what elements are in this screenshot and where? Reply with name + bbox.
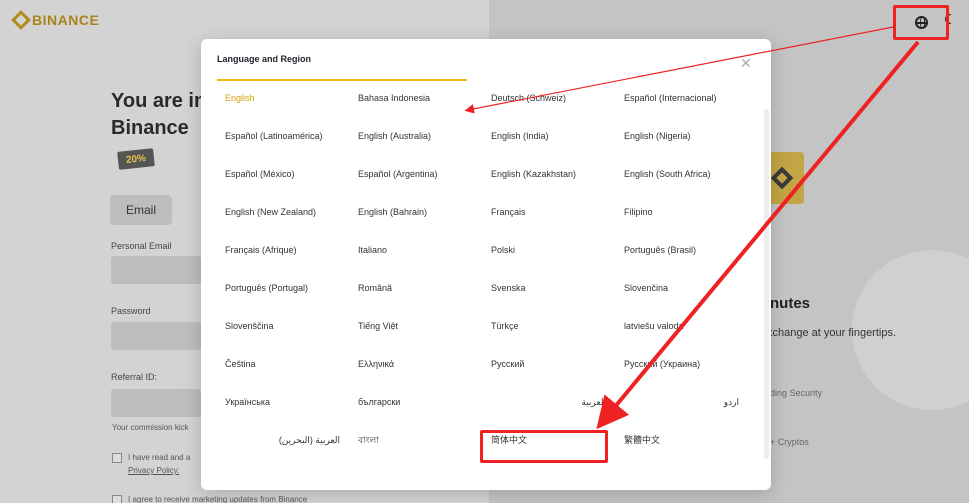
language-option[interactable]: Español (Latinoamérica) [217, 125, 350, 163]
marketing-checkbox[interactable] [112, 495, 122, 503]
language-option[interactable]: Svenska [483, 277, 616, 315]
modal-title-underline [217, 79, 467, 81]
language-option[interactable]: Français [483, 201, 616, 239]
language-option[interactable]: Português (Portugal) [217, 277, 350, 315]
modal-header: Language and Region ✕ [201, 39, 771, 81]
language-option[interactable]: English (Kazakhstan) [483, 163, 616, 201]
language-option[interactable]: English (South Africa) [616, 163, 749, 201]
personal-email-label: Personal Email [111, 241, 172, 251]
brand-name: BINANCE [32, 12, 100, 28]
promo-badge: 20% [117, 148, 155, 170]
language-option[interactable]: Română [350, 277, 483, 315]
language-option[interactable]: Français (Afrique) [217, 239, 350, 277]
language-option[interactable]: Čeština [217, 353, 350, 391]
tab-email[interactable]: Email [110, 195, 172, 225]
globe-icon[interactable] [914, 16, 928, 29]
commission-text: Your commission kick [112, 423, 189, 432]
language-option[interactable]: Italiano [350, 239, 483, 277]
password-field[interactable] [111, 322, 201, 350]
language-option[interactable]: Tiếng Việt [350, 315, 483, 353]
promo-subtitle: xchange at your fingertips. [767, 327, 897, 339]
language-option[interactable]: Filipino [616, 201, 749, 239]
language-option[interactable]: latviešu valoda [616, 315, 749, 353]
language-button-highlight [893, 5, 949, 40]
language-option[interactable]: العربية [483, 391, 616, 429]
language-option[interactable]: Bahasa Indonesia [350, 87, 483, 125]
language-option[interactable]: اردو [616, 391, 749, 429]
password-label: Password [111, 306, 151, 316]
language-option[interactable]: Español (Internacional) [616, 87, 749, 125]
language-option[interactable]: English (New Zealand) [217, 201, 350, 239]
referral-label: Referral ID: [111, 372, 158, 382]
binance-logo[interactable]: BINANCE [11, 10, 100, 30]
close-icon[interactable]: ✕ [740, 55, 752, 72]
language-option[interactable]: বাংলা [350, 429, 483, 467]
language-option[interactable]: Slovenčina [616, 277, 749, 315]
language-option[interactable]: Polski [483, 239, 616, 277]
privacy-policy-link[interactable]: Privacy Policy. [128, 466, 179, 475]
language-option[interactable]: العربية (البحرين) [217, 429, 350, 467]
language-option[interactable]: English [217, 87, 350, 125]
theme-toggle-icon[interactable] [948, 14, 958, 24]
language-option[interactable]: English (India) [483, 125, 616, 163]
language-option[interactable]: български [350, 391, 483, 429]
modal-title[interactable]: Language and Region [217, 54, 311, 64]
referral-field[interactable] [111, 389, 201, 417]
modal-scrollbar[interactable] [764, 109, 769, 459]
language-option[interactable]: English (Bahrain) [350, 201, 483, 239]
binance-logo-icon [11, 10, 31, 30]
language-option[interactable]: 繁體中文 [616, 429, 749, 467]
language-option[interactable]: Türkçe [483, 315, 616, 353]
marketing-text: I agree to receive marketing updates fro… [128, 495, 308, 503]
language-option[interactable]: Português (Brasil) [616, 239, 749, 277]
language-option[interactable]: Deutsch (Schweiz) [483, 87, 616, 125]
terms-checkbox[interactable] [112, 453, 122, 463]
terms-text: I have read and a [128, 453, 191, 462]
language-option[interactable]: Español (México) [217, 163, 350, 201]
language-list: English Bahasa Indonesia Deutsch (Schweiz)… [217, 87, 749, 467]
email-field[interactable] [111, 256, 201, 284]
language-option[interactable]: English (Australia) [350, 125, 483, 163]
language-option[interactable]: English (Nigeria) [616, 125, 749, 163]
headline-line-2: Binance [111, 117, 189, 139]
language-option[interactable]: Русский (Украина) [616, 353, 749, 391]
language-option[interactable]: Українська [217, 391, 350, 429]
feature-security: ding Security [770, 388, 823, 398]
target-highlight-box [480, 430, 608, 463]
page-headline: You are in Binance [111, 88, 206, 142]
language-option[interactable]: Español (Argentina) [350, 163, 483, 201]
promo-title: nutes [770, 295, 811, 312]
language-option[interactable]: Slovenščina [217, 315, 350, 353]
language-option[interactable]: Русский [483, 353, 616, 391]
language-option[interactable]: Ελληνικά [350, 353, 483, 391]
language-region-modal: Language and Region ✕ English Bahasa Indo… [201, 39, 771, 490]
feature-cryptos: + Cryptos [770, 437, 809, 447]
headline-line-1: You are in [111, 90, 207, 112]
